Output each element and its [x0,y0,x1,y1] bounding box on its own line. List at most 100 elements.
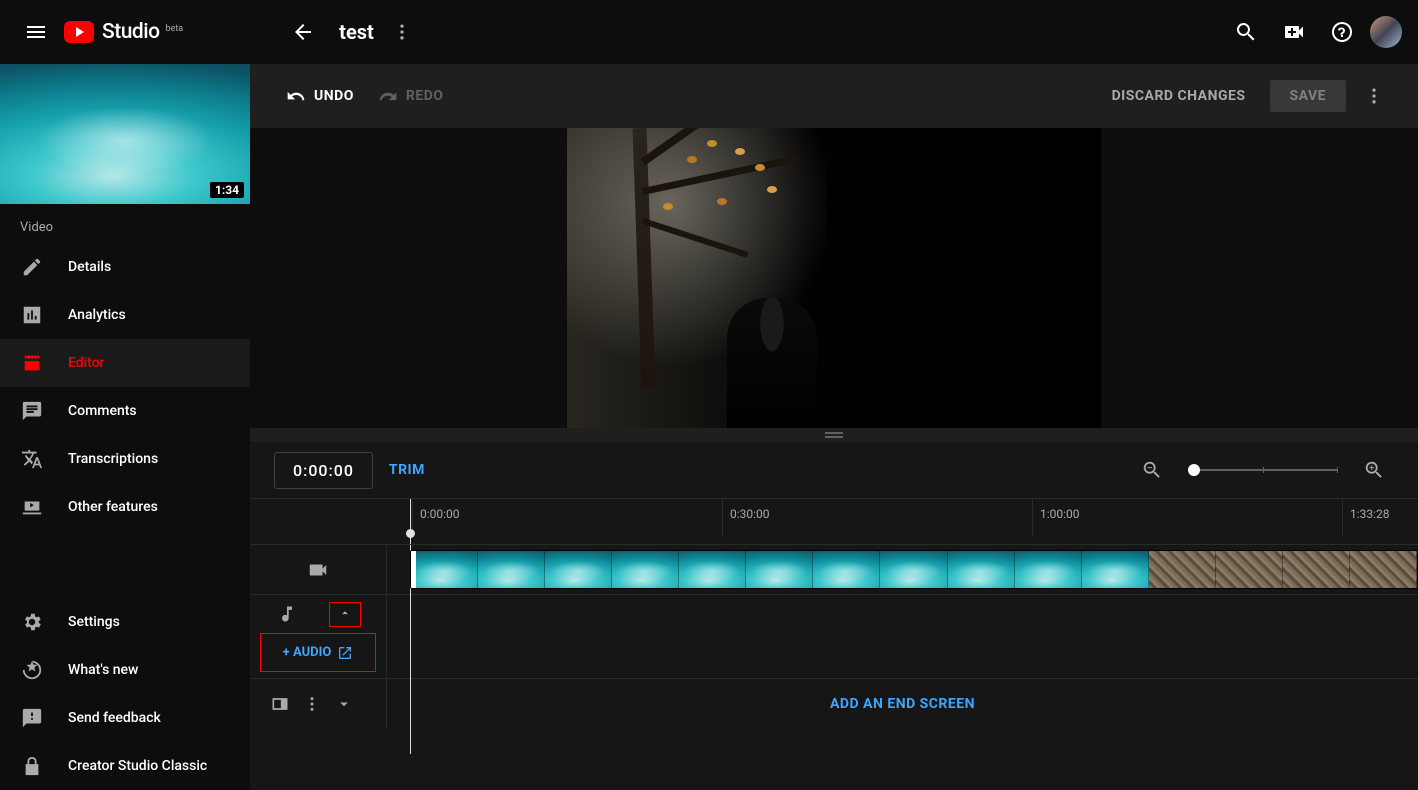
video-track-body[interactable] [387,545,1418,594]
sidebar-item-label: Settings [68,614,120,630]
undo-label: UNDO [314,88,354,104]
back-button[interactable] [283,12,323,52]
title-more-button[interactable] [382,12,422,52]
sidebar: 1:34 Video Details Analytics Editor Comm… [0,64,250,790]
zoom-in-button[interactable] [1354,450,1394,490]
topbar: Studio beta test [0,0,1418,64]
discard-changes-button[interactable]: DISCARD CHANGES [1096,80,1262,112]
search-button[interactable] [1226,12,1266,52]
sidebar-item-label: Creator Studio Classic [68,758,207,774]
drag-handle-icon [825,432,843,438]
help-icon [1330,20,1354,44]
more-vert-icon[interactable] [300,692,324,716]
playhead-handle[interactable] [406,529,415,538]
sidebar-item-label: What's new [68,662,138,678]
other-features-icon [20,495,44,519]
sidebar-item-details[interactable]: Details [0,243,250,291]
gear-icon [20,610,44,634]
timeline-controls: 0:00:00 TRIM [250,442,1418,498]
sidebar-item-whats-new[interactable]: What's new [0,646,250,694]
sidebar-item-label: Editor [68,355,105,371]
timecode-input[interactable]: 0:00:00 [274,452,373,489]
sidebar-item-label: Comments [68,403,137,419]
account-avatar[interactable] [1370,16,1402,48]
sidebar-item-settings[interactable]: Settings [0,598,250,646]
redo-button[interactable]: REDO [366,78,456,114]
zoom-out-button[interactable] [1132,450,1172,490]
comments-icon [20,399,44,423]
endscreen-track-head [250,679,387,728]
zoom-slider[interactable] [1188,469,1338,471]
help-button[interactable] [1322,12,1362,52]
sidebar-item-analytics[interactable]: Analytics [0,291,250,339]
logo-beta-badge: beta [166,24,184,34]
video-thumbnail[interactable]: 1:34 [0,64,250,204]
arrow-left-icon [291,20,315,44]
editor-icon [20,351,44,375]
sidebar-item-editor[interactable]: Editor [0,339,250,387]
sidebar-item-send-feedback[interactable]: Send feedback [0,694,250,742]
studio-logo[interactable]: Studio beta [64,20,183,44]
hamburger-menu[interactable] [16,12,56,52]
redo-icon [378,86,398,106]
more-vert-icon [1364,86,1384,106]
preview-resize-handle[interactable] [250,428,1418,442]
music-note-icon [275,602,299,626]
audio-track-body[interactable] [387,595,1418,678]
chevron-down-icon[interactable] [332,692,356,716]
time-mark: 1:33:28 [1350,507,1390,521]
audio-collapse-button[interactable] [329,602,361,627]
zoom-in-icon [1363,459,1385,481]
toolbar-more-button[interactable] [1354,76,1394,116]
add-audio-label: + AUDIO [283,645,332,660]
sidebar-item-comments[interactable]: Comments [0,387,250,435]
classic-icon [20,754,44,778]
preview-frame [567,128,1101,428]
feedback-icon [20,706,44,730]
time-mark: 0:30:00 [730,507,770,521]
more-vert-icon [392,22,412,42]
sidebar-item-label: Other features [68,499,158,515]
create-button[interactable] [1274,12,1314,52]
transcriptions-icon [20,447,44,471]
audio-track: + AUDIO [250,594,1418,678]
sidebar-item-label: Transcriptions [68,451,158,467]
duration-badge: 1:34 [210,182,244,198]
undo-icon [286,86,306,106]
create-video-icon [1282,20,1306,44]
open-external-icon [337,645,353,661]
add-end-screen-button[interactable]: ADD AN END SCREEN [387,679,1418,728]
endscreen-track: ADD AN END SCREEN [250,678,1418,728]
add-audio-button[interactable]: + AUDIO [260,633,376,672]
redo-label: REDO [406,88,444,104]
sidebar-item-label: Send feedback [68,710,161,726]
zoom-slider-thumb[interactable] [1188,464,1200,476]
sidebar-item-transcriptions[interactable]: Transcriptions [0,435,250,483]
hamburger-icon [24,20,48,44]
video-track-icon [306,558,330,582]
video-track-head [250,545,387,594]
zoom-out-icon [1141,459,1163,481]
time-mark: 1:00:00 [1040,507,1080,521]
new-icon [20,658,44,682]
sidebar-item-other-features[interactable]: Other features [0,483,250,531]
project-title: test [339,20,374,44]
audio-track-head: + AUDIO [250,595,387,678]
save-button[interactable]: SAVE [1270,80,1347,112]
trim-button[interactable]: TRIM [389,462,425,478]
search-icon [1234,20,1258,44]
sidebar-item-label: Analytics [68,307,126,323]
video-preview [250,128,1418,428]
sidebar-item-classic[interactable]: Creator Studio Classic [0,742,250,790]
sidebar-item-label: Details [68,259,111,275]
logo-text: Studio [102,20,160,44]
video-track [250,544,1418,594]
sidebar-section-label: Video [0,204,250,243]
pencil-icon [20,255,44,279]
undo-button[interactable]: UNDO [274,78,366,114]
timeline-ruler[interactable]: 0:00:00 0:30:00 1:00:00 1:33:28 [250,498,1418,544]
editor-main: UNDO REDO DISCARD CHANGES SAVE [250,64,1418,790]
analytics-icon [20,303,44,327]
video-clip[interactable] [410,550,1418,589]
chevron-up-icon [338,606,352,620]
